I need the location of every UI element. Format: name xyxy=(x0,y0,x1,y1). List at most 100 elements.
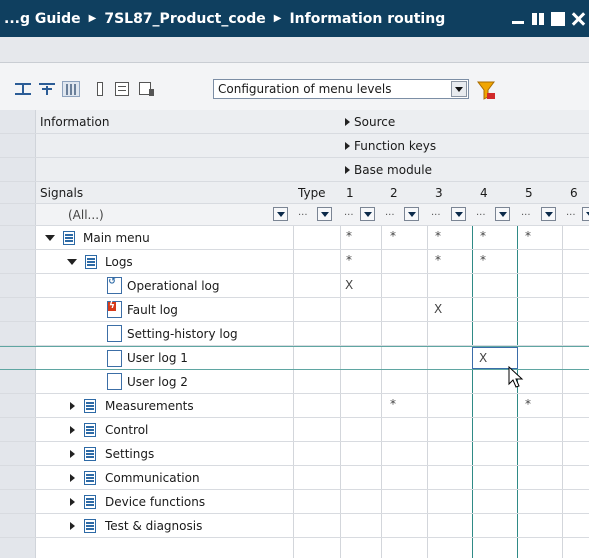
mark[interactable]: * xyxy=(390,229,396,243)
mark[interactable]: * xyxy=(346,253,352,267)
function-keys-header[interactable]: Function keys xyxy=(345,134,436,157)
mark[interactable]: * xyxy=(525,229,531,243)
table-row[interactable]: ↺ Operational log X xyxy=(0,274,589,298)
column-view-icon[interactable] xyxy=(62,81,80,97)
more-icon[interactable]: ... xyxy=(521,207,531,218)
close-icon[interactable] xyxy=(571,12,585,26)
more-icon[interactable]: ... xyxy=(298,207,308,218)
expand-icon[interactable] xyxy=(70,497,75,506)
mark[interactable]: X xyxy=(345,278,353,292)
collapse-all-icon[interactable] xyxy=(38,81,56,97)
signal-cell: Measurements xyxy=(70,394,194,417)
table-row[interactable]: User log 1 X xyxy=(0,346,589,370)
row-selector[interactable] xyxy=(0,418,36,441)
base-module-header[interactable]: Base module xyxy=(345,158,432,181)
table-row[interactable]: Control xyxy=(0,418,589,442)
row-selector[interactable] xyxy=(0,204,36,225)
row-selector[interactable] xyxy=(0,490,36,513)
minimize-icon[interactable] xyxy=(511,12,525,26)
signal-cell: Test & diagnosis xyxy=(70,514,202,537)
row-selector[interactable] xyxy=(0,134,36,157)
row-selector[interactable] xyxy=(0,466,36,489)
row-selector[interactable] xyxy=(0,250,36,273)
more-icon[interactable]: ... xyxy=(344,207,354,218)
expand-icon[interactable] xyxy=(70,425,75,434)
more-icon[interactable]: ... xyxy=(431,207,441,218)
maximize-icon[interactable] xyxy=(551,11,565,26)
single-column-icon[interactable] xyxy=(91,81,109,97)
expand-icon[interactable] xyxy=(70,521,75,530)
collapse-icon[interactable] xyxy=(67,258,77,265)
column-4-filter-dropdown[interactable] xyxy=(495,207,510,221)
row-selector[interactable] xyxy=(0,110,36,133)
column-header-5[interactable]: 5 xyxy=(525,182,533,203)
source-header[interactable]: Source xyxy=(345,110,395,133)
more-icon[interactable]: ... xyxy=(476,207,486,218)
table-row[interactable]: Device functions xyxy=(0,490,589,514)
row-selector[interactable] xyxy=(0,158,36,181)
filter-icon[interactable] xyxy=(476,80,496,100)
column-header-1[interactable]: 1 xyxy=(346,182,354,203)
column-2-filter-dropdown[interactable] xyxy=(404,207,419,221)
mark[interactable]: * xyxy=(435,229,441,243)
tile-icon[interactable] xyxy=(531,12,545,26)
more-icon[interactable]: ... xyxy=(566,207,576,218)
base-module-label: Base module xyxy=(354,162,433,177)
signal-label: Test & diagnosis xyxy=(105,518,203,533)
column-3-filter-dropdown[interactable] xyxy=(451,207,466,221)
log-icon xyxy=(107,325,122,342)
row-selector[interactable] xyxy=(0,442,36,465)
expand-icon[interactable] xyxy=(70,473,75,482)
more-icon[interactable]: ... xyxy=(385,207,395,218)
row-selector[interactable] xyxy=(0,514,36,537)
properties-icon[interactable] xyxy=(137,81,155,97)
column-header-2[interactable]: 2 xyxy=(390,182,398,203)
row-selector[interactable] xyxy=(0,538,36,558)
mark[interactable]: * xyxy=(480,253,486,267)
column-1-filter-dropdown[interactable] xyxy=(360,207,375,221)
row-selector[interactable] xyxy=(0,394,36,417)
expand-icon[interactable] xyxy=(70,449,75,458)
expand-icon[interactable] xyxy=(70,401,75,410)
row-selector[interactable] xyxy=(0,347,36,369)
mark[interactable]: * xyxy=(525,397,531,411)
table-row[interactable]: Logs * * * xyxy=(0,250,589,274)
breadcrumb-device[interactable]: 7SL87_Product_code xyxy=(104,11,265,27)
row-selector[interactable] xyxy=(0,182,36,203)
signals-filter-dropdown[interactable] xyxy=(273,207,288,221)
column-header-3[interactable]: 3 xyxy=(435,182,443,203)
expand-all-icon[interactable] xyxy=(14,81,32,97)
row-selector[interactable] xyxy=(0,274,36,297)
table-row[interactable]: Test & diagnosis xyxy=(0,514,589,538)
mark[interactable]: * xyxy=(435,253,441,267)
row-selector[interactable] xyxy=(0,370,36,393)
table-row[interactable]: Setting-history log xyxy=(0,322,589,346)
mark[interactable]: X xyxy=(434,302,442,316)
table-row[interactable]: Main menu * * * * * xyxy=(0,226,589,250)
mark[interactable]: * xyxy=(346,229,352,243)
row-selector[interactable] xyxy=(0,298,36,321)
column-header-4[interactable]: 4 xyxy=(480,182,488,203)
table-row[interactable]: User log 2 xyxy=(0,370,589,394)
list-view-icon[interactable] xyxy=(113,81,131,97)
table-row[interactable]: Settings xyxy=(0,442,589,466)
column-header-6[interactable]: 6 xyxy=(570,182,578,203)
breadcrumb-project[interactable]: ...g Guide xyxy=(4,11,81,27)
column-6-filter-dropdown[interactable] xyxy=(582,207,589,221)
table-row[interactable]: ϟ Fault log X xyxy=(0,298,589,322)
mark[interactable]: * xyxy=(480,229,486,243)
column-5-filter-dropdown[interactable] xyxy=(541,207,556,221)
type-filter-dropdown[interactable] xyxy=(317,207,332,221)
chevron-down-icon[interactable] xyxy=(451,81,467,97)
mark[interactable]: * xyxy=(390,397,396,411)
table-row[interactable]: Measurements * * xyxy=(0,394,589,418)
signal-cell: Setting-history log xyxy=(107,322,238,345)
signals-header[interactable]: Signals xyxy=(40,182,83,203)
menu-level-config-select[interactable]: Configuration of menu levels xyxy=(213,79,469,99)
table-row[interactable]: Communication xyxy=(0,466,589,490)
log-icon xyxy=(107,349,122,367)
type-header[interactable]: Type xyxy=(298,182,326,203)
row-selector[interactable] xyxy=(0,322,36,345)
row-selector[interactable] xyxy=(0,226,36,249)
collapse-icon[interactable] xyxy=(45,234,55,241)
